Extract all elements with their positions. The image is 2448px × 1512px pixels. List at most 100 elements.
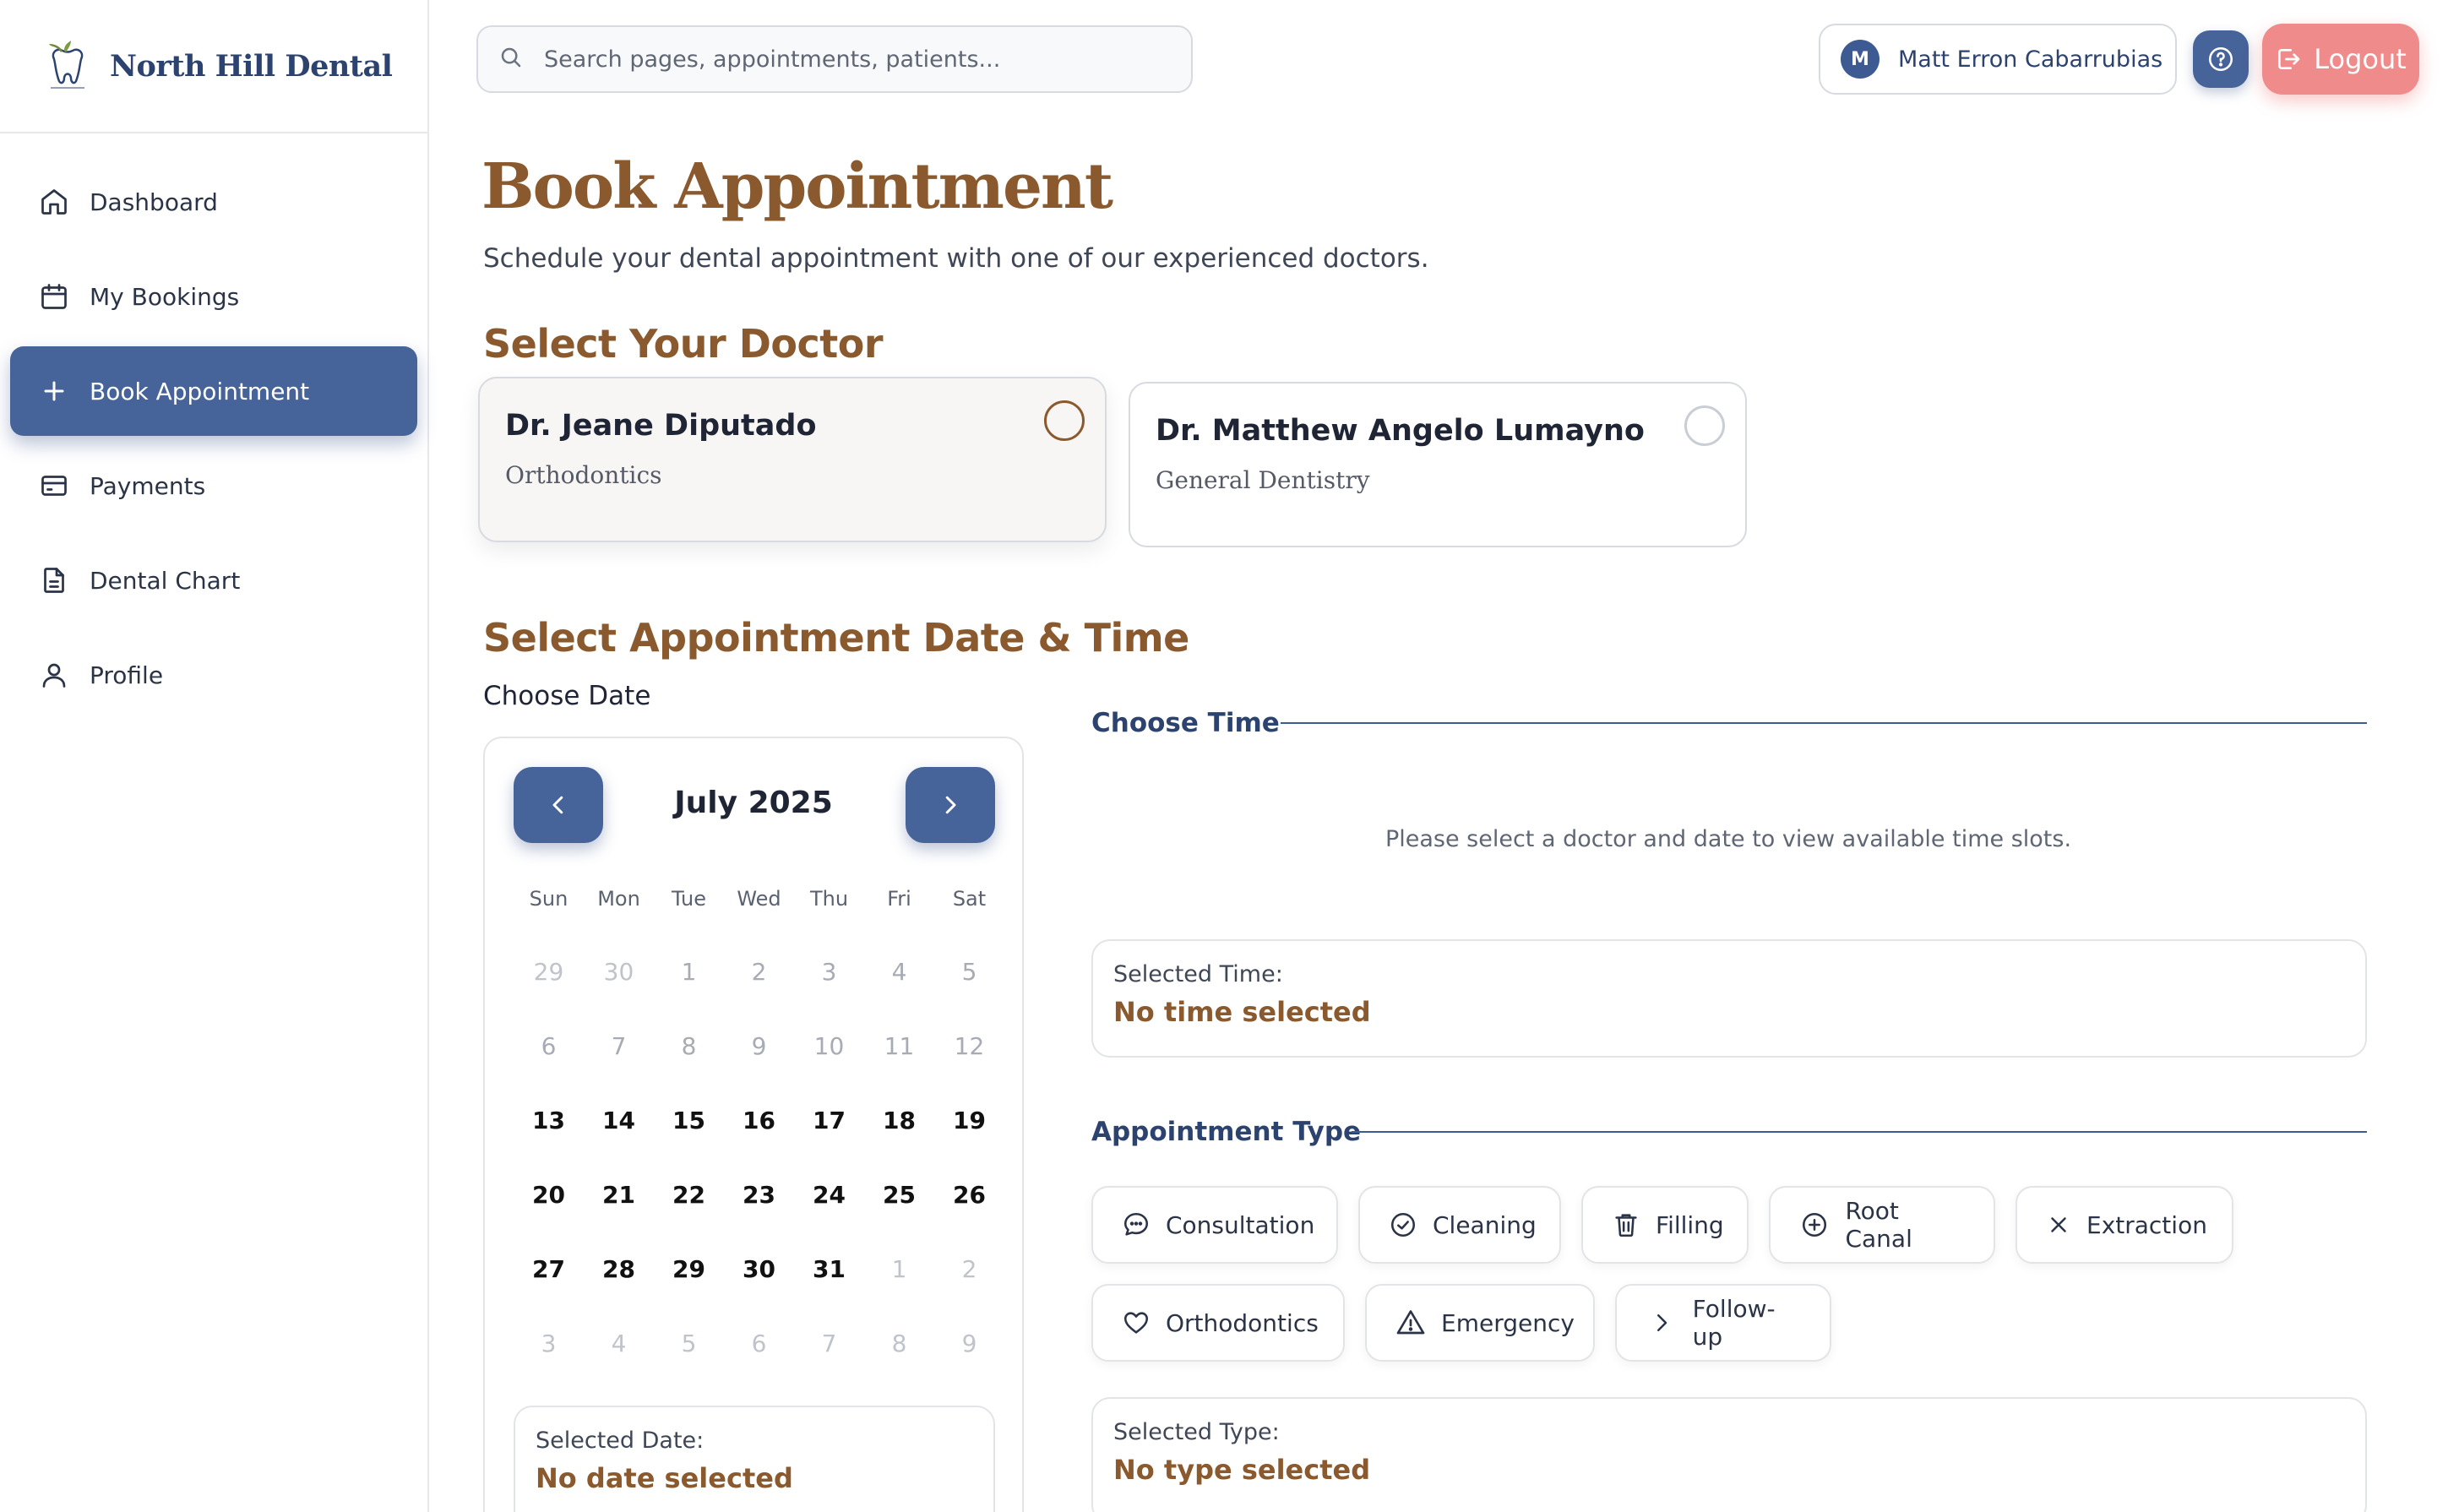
type-cleaning-button[interactable]: Cleaning (1358, 1186, 1561, 1264)
type-label: Emergency (1441, 1308, 1575, 1337)
type-consultation-button[interactable]: Consultation (1091, 1186, 1338, 1264)
weekday-header: Fri (887, 887, 911, 911)
chevron-right-icon (1646, 1307, 1678, 1339)
type-label: Filling (1656, 1210, 1724, 1239)
sidebar-item-my-bookings[interactable]: My Bookings (10, 252, 417, 341)
calendar-icon (37, 280, 71, 313)
weekday-header: Wed (737, 887, 781, 911)
sidebar-item-label: Payments (90, 471, 206, 500)
time-slots-empty-message: Please select a doctor and date to view … (1384, 826, 2072, 852)
calendar-day[interactable]: 22 (654, 1181, 724, 1209)
calendar-day[interactable]: 25 (864, 1181, 934, 1209)
type-extraction-button[interactable]: Extraction (2016, 1186, 2233, 1264)
sidebar-item-book-appointment[interactable]: Book Appointment (10, 346, 417, 436)
select-date-time-heading: Select Appointment Date & Time (483, 615, 1189, 661)
sidebar-item-dental-chart[interactable]: Dental Chart (10, 536, 417, 625)
calendar-day: 7 (611, 1032, 627, 1060)
type-label: Consultation (1166, 1210, 1315, 1239)
user-menu[interactable]: M Matt Erron Cabarrubias (1819, 24, 2177, 95)
calendar-day: 8 (681, 1032, 697, 1060)
calendar-day: 1 (891, 1255, 907, 1283)
chat-bubble-icon (1122, 1209, 1151, 1241)
weekday-header: Mon (597, 887, 640, 911)
doctor-radio[interactable] (1044, 400, 1085, 441)
appointment-type-heading: Appointment Type (1091, 1117, 1362, 1147)
selected-type-label: Selected Type: (1113, 1419, 1280, 1445)
type-label: Extraction (2086, 1210, 2207, 1239)
calendar-day[interactable]: 26 (934, 1181, 1004, 1209)
calendar-day: 6 (541, 1032, 557, 1060)
sidebar-item-label: Book Appointment (90, 377, 310, 405)
calendar-day: 3 (541, 1330, 557, 1357)
calendar-day: 29 (533, 958, 564, 986)
calendar-day[interactable]: 27 (514, 1255, 584, 1283)
doctor-card-matthew-lumayno[interactable]: Dr. Matthew Angelo Lumayno General Denti… (1129, 382, 1747, 547)
type-filling-button[interactable]: Filling (1581, 1186, 1749, 1264)
calendar-day[interactable]: 19 (934, 1107, 1004, 1134)
calendar-day[interactable]: 31 (794, 1255, 864, 1283)
calendar-day: 6 (751, 1330, 767, 1357)
logout-button[interactable]: Logout (2262, 24, 2419, 95)
selected-date-value: No date selected (536, 1462, 793, 1494)
calendar-day[interactable]: 23 (724, 1181, 794, 1209)
calendar-day: 1 (681, 958, 697, 986)
calendar-day[interactable]: 15 (654, 1107, 724, 1134)
calendar-day: 4 (891, 958, 907, 986)
type-follow-up-button[interactable]: Follow-up (1615, 1284, 1831, 1362)
plus-circle-icon (1799, 1209, 1830, 1241)
doctor-radio[interactable] (1684, 405, 1725, 446)
calendar-day[interactable]: 14 (584, 1107, 654, 1134)
warning-triangle-icon (1395, 1307, 1426, 1339)
choose-time-heading: Choose Time (1091, 708, 1280, 738)
selected-time-box: Selected Time: No time selected (1091, 939, 2367, 1058)
help-icon (2208, 46, 2233, 72)
calendar-day[interactable]: 30 (724, 1255, 794, 1283)
type-label: Root Canal (1845, 1197, 1912, 1253)
trash-icon (1612, 1209, 1640, 1241)
heart-icon (1122, 1307, 1151, 1339)
plus-icon (37, 374, 71, 408)
calendar: July 2025 Sun Mon Tue Wed Thu Fri Sat 29… (483, 737, 1024, 1512)
calendar-day: 12 (954, 1032, 985, 1060)
calendar-day[interactable]: 16 (724, 1107, 794, 1134)
doctor-card-jeane-diputado[interactable]: Dr. Jeane Diputado Orthodontics (478, 377, 1107, 542)
doctor-specialty: General Dentistry (1156, 466, 1370, 494)
sidebar-item-dashboard[interactable]: Dashboard (10, 157, 417, 247)
calendar-day[interactable]: 24 (794, 1181, 864, 1209)
next-month-button[interactable] (906, 767, 995, 843)
user-icon (37, 658, 71, 692)
calendar-day[interactable]: 18 (864, 1107, 934, 1134)
calendar-day: 5 (961, 958, 977, 986)
calendar-day: 11 (884, 1032, 915, 1060)
sidebar-item-label: Dental Chart (90, 566, 241, 595)
search-input[interactable] (544, 46, 1169, 73)
home-icon (37, 185, 71, 219)
calendar-day[interactable]: 28 (584, 1255, 654, 1283)
type-label: Follow-up (1692, 1295, 1776, 1351)
type-emergency-button[interactable]: Emergency (1365, 1284, 1595, 1362)
choose-time-divider (1281, 722, 2367, 724)
search-icon (498, 45, 524, 73)
calendar-day[interactable]: 13 (514, 1107, 584, 1134)
page-title: Book Appointment (481, 150, 1113, 223)
sidebar-item-payments[interactable]: Payments (10, 441, 417, 530)
sidebar: North Hill Dental Dashboard My Bookings … (0, 0, 429, 1512)
calendar-day: 8 (891, 1330, 907, 1357)
calendar-day: 10 (813, 1032, 845, 1060)
credit-card-icon (37, 469, 71, 503)
calendar-day[interactable]: 29 (654, 1255, 724, 1283)
calendar-day[interactable]: 21 (584, 1181, 654, 1209)
help-button[interactable] (2193, 30, 2249, 88)
calendar-day[interactable]: 20 (514, 1181, 584, 1209)
calendar-day: 3 (821, 958, 837, 986)
calendar-day[interactable]: 17 (794, 1107, 864, 1134)
weekday-header: Sun (529, 887, 568, 911)
search-bar[interactable] (476, 25, 1193, 93)
type-orthodontics-button[interactable]: Orthodontics (1091, 1284, 1345, 1362)
weekday-header: Tue (672, 887, 706, 911)
selected-time-value: No time selected (1113, 996, 1371, 1028)
check-circle-icon (1389, 1209, 1417, 1241)
sidebar-item-profile[interactable]: Profile (10, 630, 417, 720)
sidebar-item-label: Profile (90, 661, 164, 689)
type-root-canal-button[interactable]: Root Canal (1769, 1186, 1995, 1264)
